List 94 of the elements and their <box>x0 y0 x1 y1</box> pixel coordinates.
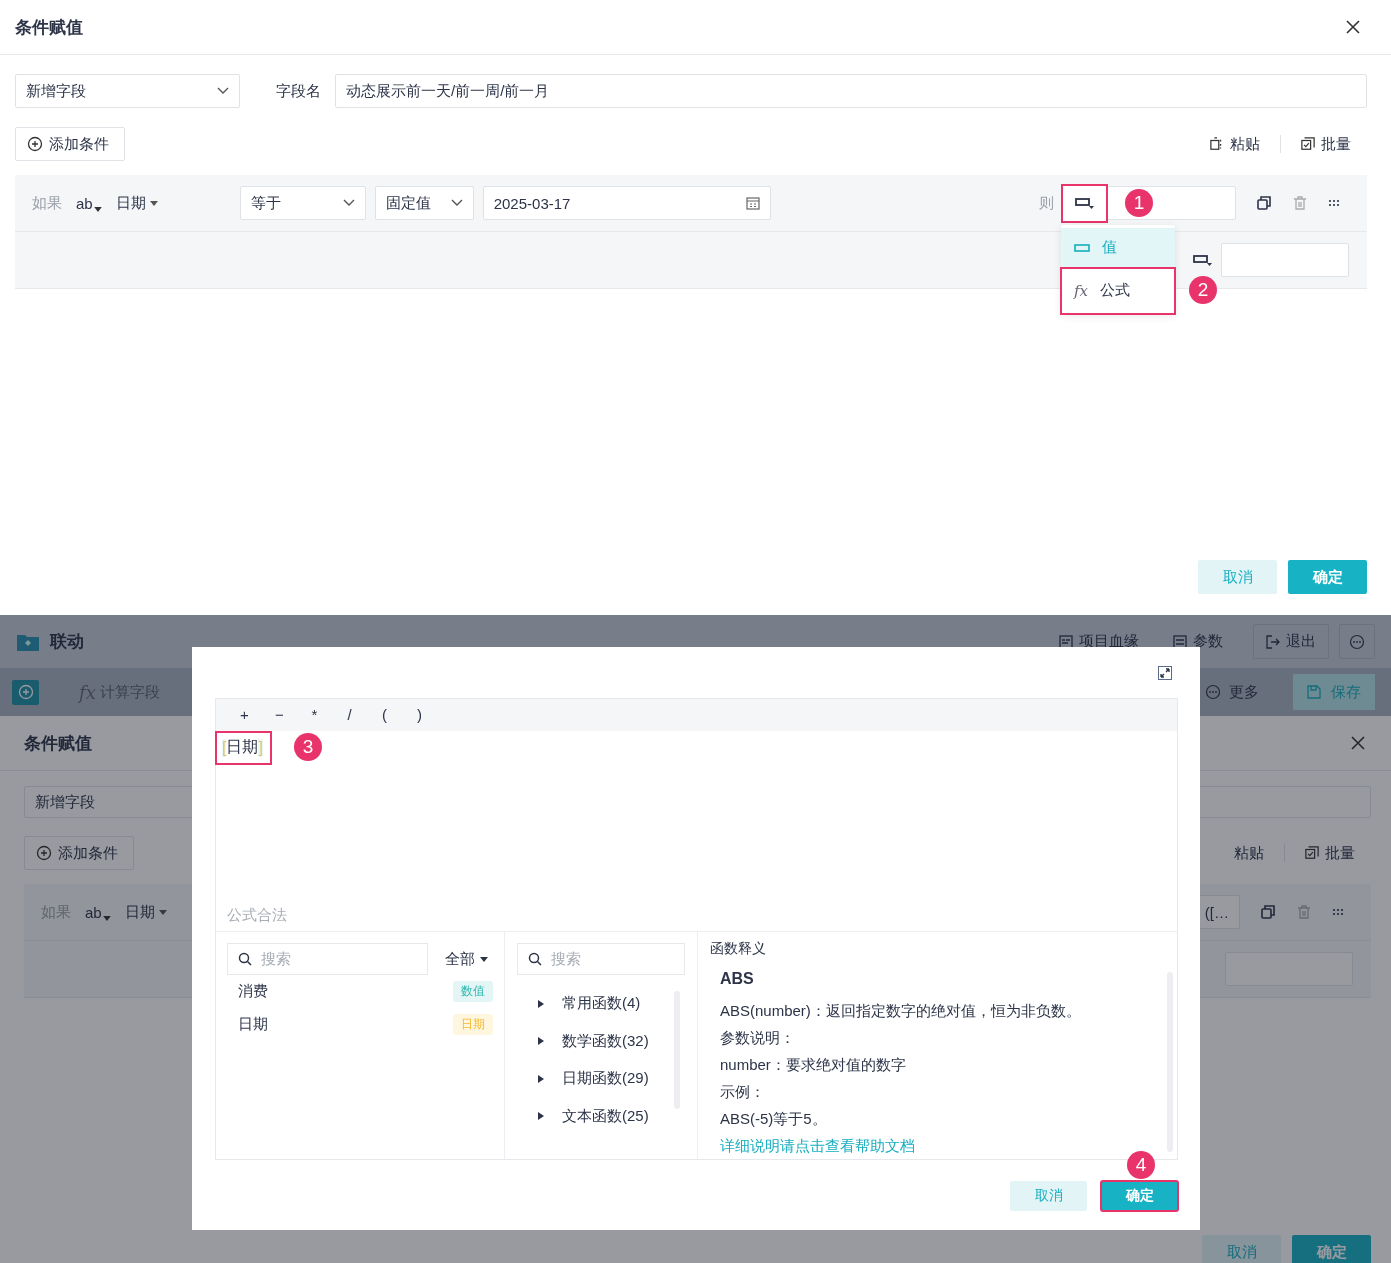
menu-item-label: 公式 <box>1100 281 1130 300</box>
field-dropdown[interactable]: 日期 <box>124 902 167 922</box>
lineage-icon <box>1059 634 1073 649</box>
add-condition-button[interactable]: 添加条件 <box>24 836 134 870</box>
panel-heading: 函数释义 <box>710 940 767 958</box>
caret-down-icon <box>102 915 111 921</box>
drag-handle-icon[interactable] <box>1332 908 1344 916</box>
chevron-down-icon <box>342 199 355 207</box>
menu-item-label: 值 <box>1102 238 1117 257</box>
expand-icon[interactable] <box>1158 665 1172 680</box>
caret-right-icon <box>538 1074 544 1083</box>
caret-right-icon <box>538 999 544 1008</box>
operator-button[interactable]: − <box>267 706 292 724</box>
paste-icon <box>1210 137 1224 151</box>
ellipsis-icon <box>1205 684 1221 700</box>
plus-circle-icon <box>17 684 34 700</box>
plus-circle-icon <box>27 136 43 152</box>
field-item[interactable]: 日期 <box>238 1015 268 1034</box>
date-picker[interactable]: 2025-03-17 <box>482 186 771 220</box>
field-dropdown[interactable]: 日期 <box>115 193 158 213</box>
field-type-toggle[interactable]: ab <box>85 903 111 921</box>
operator-button[interactable]: ( <box>372 706 397 724</box>
field-item[interactable]: 消费 <box>238 982 268 1001</box>
checkbox-stack-icon <box>1301 137 1315 151</box>
app-title: 联动 <box>50 631 84 653</box>
description-line: ABS(-5)等于5。 <box>720 1109 828 1129</box>
logout-icon <box>1266 634 1280 649</box>
input-box-icon[interactable] <box>1193 254 1213 266</box>
input-box-icon <box>1074 243 1090 252</box>
operator-select[interactable]: 等于 <box>239 186 366 220</box>
function-group[interactable]: 日期函数(29) <box>517 1060 685 1098</box>
field-type-toggle[interactable]: ab <box>76 194 102 212</box>
list-icon <box>1173 634 1187 649</box>
field-select[interactable]: 新增字段 <box>15 74 240 108</box>
formula-icon: fx <box>1074 281 1088 300</box>
description-line: number：要求绝对值的数字 <box>720 1055 907 1075</box>
drag-handle-icon[interactable] <box>1328 199 1340 207</box>
caret-right-icon <box>538 1037 544 1046</box>
operator-button[interactable]: ) <box>407 706 432 724</box>
if-label: 如果 <box>32 193 62 213</box>
paste-button[interactable]: 粘贴 <box>1234 843 1264 863</box>
calendar-icon <box>745 196 760 210</box>
copy-icon[interactable] <box>1256 195 1272 211</box>
operator-button[interactable]: * <box>302 706 327 724</box>
function-group[interactable]: 常用函数(4) <box>517 985 685 1023</box>
add-condition-button[interactable]: 添加条件 <box>15 127 125 161</box>
caret-down-icon <box>158 909 167 915</box>
batch-button[interactable]: 批量 <box>1301 134 1351 154</box>
chevron-down-icon <box>217 87 229 95</box>
chevron-down-icon <box>450 199 463 207</box>
validation-status: 公式合法 <box>226 906 288 925</box>
paste-button[interactable]: 粘贴 <box>1210 134 1260 154</box>
caret-right-icon <box>538 1112 544 1121</box>
plus-circle-icon <box>36 845 52 861</box>
caret-down-icon <box>93 206 102 212</box>
operator-button[interactable]: + <box>232 706 257 724</box>
save-icon <box>1307 685 1321 699</box>
more-button[interactable] <box>1339 624 1375 659</box>
value-mode-select[interactable]: 固定值 <box>374 186 474 220</box>
value-type-button[interactable] <box>1062 184 1107 222</box>
caret-down-icon <box>149 200 158 206</box>
function-group[interactable]: 文本函数(25) <box>517 1097 685 1135</box>
function-group[interactable]: 数学函数(32) <box>517 1022 685 1060</box>
caret-down-icon <box>480 956 488 962</box>
formula-editor[interactable]: [日期] 3 公式合法 <box>216 730 1177 932</box>
field-name-input[interactable]: 动态展示前一天/前一周/前一月 <box>335 74 1367 108</box>
callout-number: 2 <box>1189 275 1217 304</box>
callout-number: 4 <box>1127 1151 1155 1179</box>
input-box-icon <box>1074 197 1095 209</box>
field-token: [日期] <box>216 731 271 764</box>
operator-button[interactable]: / <box>337 706 362 724</box>
description-line: 示例： <box>720 1082 766 1102</box>
field-name-label: 字段名 <box>276 81 321 101</box>
close-icon[interactable] <box>1345 19 1361 35</box>
search-icon <box>528 952 542 966</box>
function-name: ABS <box>720 970 755 989</box>
add-button[interactable] <box>12 679 39 705</box>
checkbox-stack-icon <box>1305 846 1319 860</box>
dialog-title: 条件赋值 <box>24 732 92 755</box>
callout-number: 3 <box>294 732 322 761</box>
field-type-tag: 数值 <box>453 981 493 1002</box>
exit-button[interactable]: 退出 <box>1253 624 1329 659</box>
field-type-tag: 日期 <box>453 1014 493 1035</box>
close-icon[interactable] <box>1350 735 1366 751</box>
batch-button[interactable]: 批量 <box>1305 843 1355 863</box>
ellipsis-icon <box>1349 633 1365 650</box>
description-line: ABS(number)：返回指定数字的绝对值，恒为非负数。 <box>720 1001 1082 1021</box>
then-label: 则 <box>1039 193 1054 213</box>
value-input[interactable] <box>1221 243 1349 277</box>
search-icon <box>238 952 252 966</box>
dialog-title: 条件赋值 <box>15 16 83 39</box>
type-filter-dropdown[interactable]: 全部 <box>445 949 493 969</box>
copy-icon[interactable] <box>1260 904 1276 920</box>
description-line: 参数说明： <box>720 1028 796 1048</box>
